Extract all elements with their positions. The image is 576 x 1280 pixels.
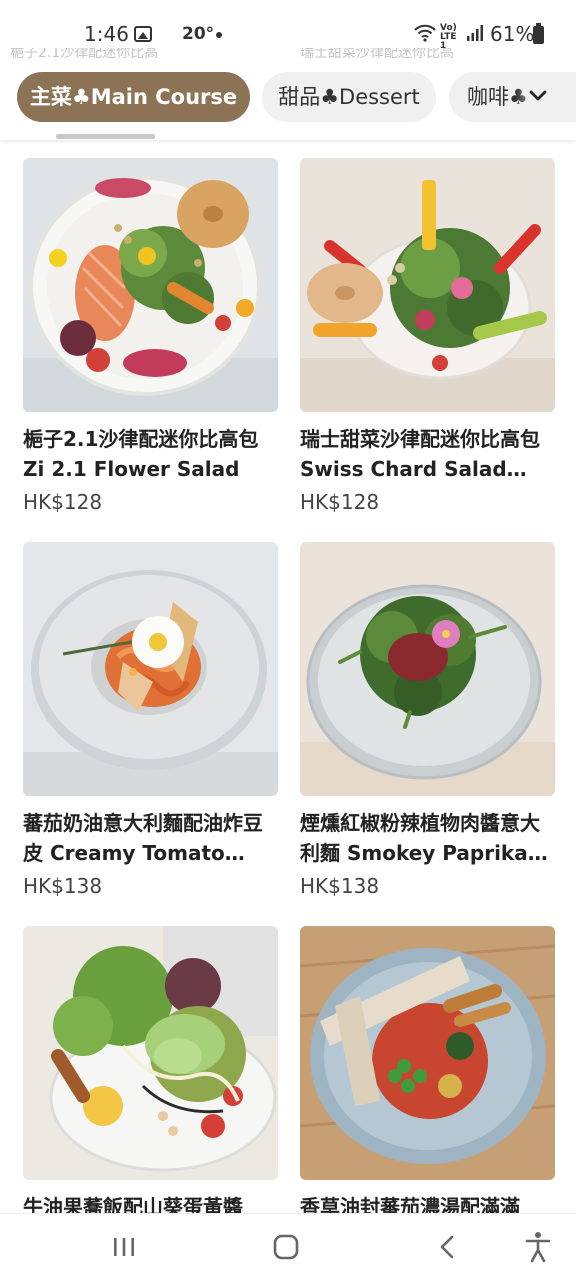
dish-image [23,542,278,796]
network-label: Vo) LTE1 [440,23,457,51]
category-coffee[interactable]: 咖啡♣ [449,72,576,122]
scroll-indicator [56,134,155,139]
dish-image [23,158,278,412]
menu-item-card[interactable]: 瑞士甜菜沙律配迷你比高包 Swiss Chard Salad with Mini… [300,158,555,514]
previous-content-peek: 梔子2.1沙律配迷你比高 瑞士甜菜沙律配迷你比高 [0,48,576,64]
dish-price: HK$128 [23,490,103,514]
status-temperature: 20° [182,24,215,44]
dish-name: 蕃茄奶油意大利麵配油炸豆皮 Creamy Tomato Pasta with F… [23,811,263,865]
battery-icon [533,23,544,44]
dish-image [23,926,278,1180]
menu-item-card[interactable]: 煙燻紅椒粉辣植物肉醬意大利麵 Smokey Paprika Spicy Plan… [300,542,555,898]
dish-image [300,158,555,412]
menu-item-card[interactable]: 蕃茄奶油意大利麵配油炸豆皮 Creamy Tomato Pasta with F… [23,542,278,898]
menu-item-card[interactable]: 香草油封蕃茄濃湯配滿滿 [300,926,555,1222]
dish-price: HK$128 [300,490,380,514]
home-icon[interactable] [266,1230,306,1264]
back-icon[interactable] [428,1230,468,1264]
dish-name: 梔子2.1沙律配迷你比高包 Zi 2.1 Flower Salad [23,427,259,481]
peek-text: 梔子2.1沙律配迷你比高 [10,48,159,61]
notification-dot-icon [216,32,222,38]
android-nav-bar [0,1213,576,1280]
battery-percent: 61% [490,22,535,46]
menu-item-card[interactable]: 梔子2.1沙律配迷你比高包 Zi 2.1 Flower Salad HK$128 [23,158,278,514]
dish-price: HK$138 [23,874,103,898]
category-main-course[interactable]: 主菜♣Main Course [17,72,250,122]
peek-text: 瑞士甜菜沙律配迷你比高 [300,48,454,61]
wifi-icon [414,24,436,42]
dish-price: HK$138 [300,874,380,898]
status-time: 1:46 [84,22,129,46]
category-dessert[interactable]: 甜品♣Dessert [262,72,436,122]
recent-apps-icon[interactable] [104,1230,144,1264]
dish-name: 瑞士甜菜沙律配迷你比高包 Swiss Chard Salad with Mini… [300,427,540,481]
gallery-icon [134,26,152,42]
menu-item-card[interactable]: 牛油果蕎飯配山葵蛋黃醬 [23,926,278,1222]
dish-name: 煙燻紅椒粉辣植物肉醬意大利麵 Smokey Paprika Spicy Plan… [300,811,540,865]
chevron-down-icon[interactable] [528,86,548,106]
dish-image [300,926,555,1180]
signal-icon [467,25,483,41]
category-bar: 主菜♣Main Course 甜品♣Dessert 咖啡♣ [0,64,576,140]
dish-image [300,542,555,796]
accessibility-icon[interactable] [518,1230,558,1264]
